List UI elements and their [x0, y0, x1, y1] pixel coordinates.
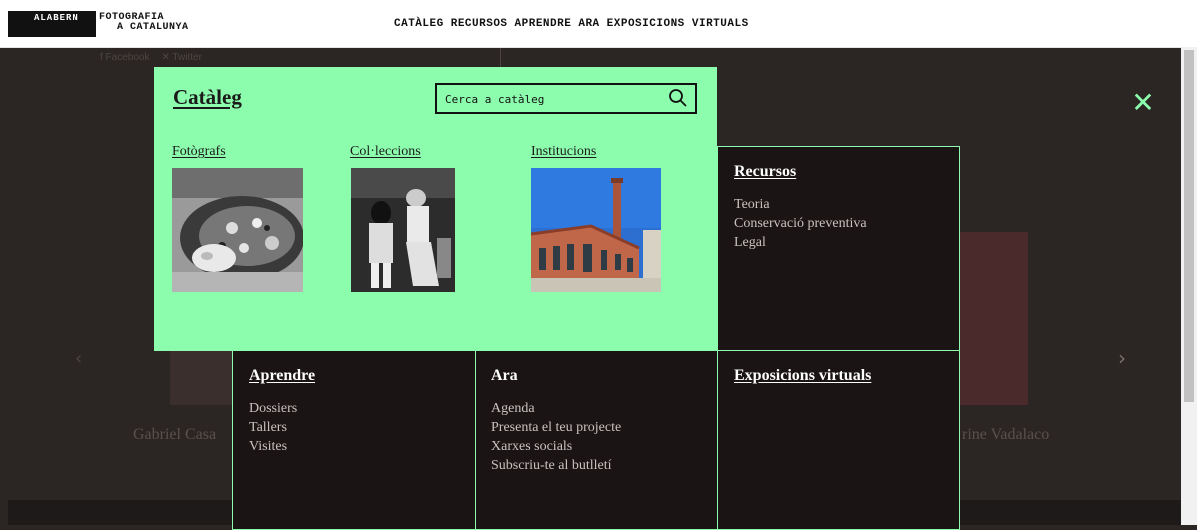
search-box	[435, 83, 697, 114]
recursos-title[interactable]: Recursos	[734, 163, 959, 181]
close-icon[interactable]: ✕	[1128, 88, 1158, 118]
link-institucions[interactable]: Institucions	[531, 144, 596, 160]
background-card-name: Gabriel Casa	[133, 426, 217, 443]
carousel-prev-icon[interactable]: ‹	[75, 348, 82, 369]
facebook-link[interactable]: f Facebook	[100, 52, 149, 63]
aprendre-item-visites[interactable]: Visites	[249, 437, 475, 456]
link-fotografs[interactable]: Fotògrafs	[172, 144, 226, 160]
nav-cataleg[interactable]: CATÀLEG	[394, 18, 444, 30]
nav-recursos[interactable]: RECURSOS	[451, 18, 508, 30]
ara-title[interactable]: Ara	[491, 367, 717, 385]
background-card-name: rine Vadalaco	[962, 426, 1050, 443]
ara-item-xarxes[interactable]: Xarxes socials	[491, 437, 717, 456]
cataleg-title[interactable]: Catàleg	[173, 85, 242, 110]
ara-item-subscriu[interactable]: Subscriu-te al butlletí	[491, 456, 717, 475]
recursos-item-conservacio[interactable]: Conservació preventiva	[734, 214, 959, 233]
social-links: f Facebook ✕ Twitter	[100, 52, 202, 63]
carousel-next-icon[interactable]: ›	[1118, 346, 1126, 370]
ara-item-agenda[interactable]: Agenda	[491, 399, 717, 418]
fotografs-image[interactable]	[172, 168, 303, 292]
nav-ara[interactable]: ARA	[578, 18, 599, 30]
institucions-image[interactable]	[531, 168, 661, 292]
search-input[interactable]	[445, 90, 665, 108]
background-card-image	[958, 232, 1028, 405]
recursos-item-teoria[interactable]: Teoria	[734, 195, 959, 214]
aprendre-item-dossiers[interactable]: Dossiers	[249, 399, 475, 418]
twitter-link[interactable]: ✕ Twitter	[161, 52, 201, 63]
scrollbar-thumb[interactable]	[1184, 50, 1194, 402]
menu-panel-ara: Ara Agenda Presenta el teu projecte Xarx…	[475, 350, 718, 530]
nav-aprendre[interactable]: APRENDRE	[515, 18, 572, 30]
colleccions-image[interactable]	[351, 168, 455, 292]
aprendre-item-tallers[interactable]: Tallers	[249, 418, 475, 437]
nav-exposicions-virtuals[interactable]: EXPOSICIONS VIRTUALS	[607, 18, 749, 30]
menu-panel-exposicions: Exposicions virtuals	[717, 350, 960, 530]
exposicions-title[interactable]: Exposicions virtuals	[734, 367, 959, 385]
logo-line-2: A CATALUNYA	[117, 22, 189, 33]
menu-panel-cataleg: Catàleg Fotògrafs Col·leccions Instituci…	[154, 67, 717, 351]
recursos-item-legal[interactable]: Legal	[734, 233, 959, 252]
menu-panel-aprendre: Aprendre Dossiers Tallers Visites	[232, 350, 476, 530]
logo-title[interactable]: FOTOGRAFIA A CATALUNYA	[99, 13, 189, 33]
top-bar: ALABERN FOTOGRAFIA A CATALUNYA CATÀLEG R…	[0, 0, 1197, 48]
main-nav: CATÀLEG RECURSOS APRENDRE ARA EXPOSICION…	[394, 18, 749, 30]
menu-panel-recursos: Recursos Teoria Conservació preventiva L…	[717, 146, 960, 351]
search-icon[interactable]	[668, 88, 688, 108]
ara-item-presenta[interactable]: Presenta el teu projecte	[491, 418, 717, 437]
logo-alabern[interactable]: ALABERN	[8, 11, 96, 37]
divider	[500, 48, 501, 68]
logo-brand-text: ALABERN	[34, 13, 79, 23]
aprendre-title[interactable]: Aprendre	[249, 367, 475, 385]
link-colleccions[interactable]: Col·leccions	[350, 144, 421, 160]
